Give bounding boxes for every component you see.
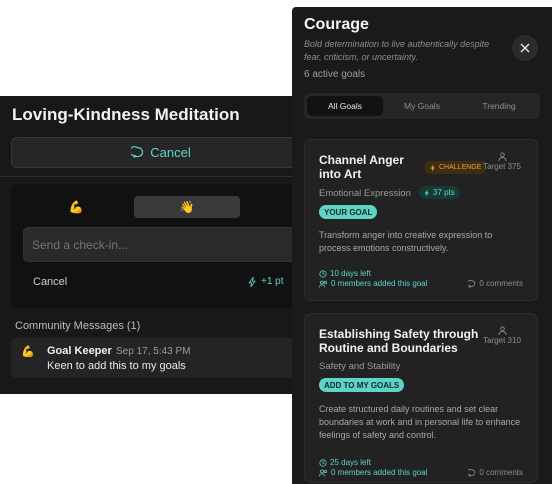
emoji-option-wave[interactable]: 👋 — [134, 196, 240, 218]
members-count-label: 0 members added this goal — [331, 468, 428, 477]
panel-subtitle: Bold determination to live authentically… — [304, 39, 490, 62]
community-heading: Community Messages (1) — [15, 320, 141, 332]
members-count: 0 members added this goal — [319, 468, 428, 477]
clock-icon — [319, 458, 327, 467]
comments-link[interactable]: 0 comments — [468, 279, 523, 288]
comments-label: 0 comments — [479, 468, 523, 477]
comment-icon — [468, 468, 476, 477]
community-message: 💪 Goal Keeper Sep 17, 5:43 PM Keen to ad… — [11, 338, 311, 378]
close-button[interactable] — [512, 35, 538, 61]
goal-tabs: All Goals My Goals Trending — [304, 93, 540, 119]
clock-icon — [319, 269, 327, 278]
goal-category: Safety and Stability — [319, 361, 401, 372]
comments-label: 0 comments — [479, 279, 523, 288]
emoji-option-flex[interactable]: 💪 — [61, 196, 91, 218]
bolt-icon — [248, 276, 256, 287]
avatar: 💪 — [21, 346, 35, 358]
days-left: 10 days left — [319, 269, 371, 278]
goal-card[interactable]: Channel Anger into Art CHALLENGE Target … — [304, 139, 538, 301]
comment-icon — [468, 279, 476, 288]
goal-target-label: Target 375 — [483, 162, 521, 171]
tab-trending[interactable]: Trending — [461, 96, 537, 116]
comments-link[interactable]: 0 comments — [468, 468, 523, 477]
goal-description: Create structured daily routines and set… — [319, 404, 521, 440]
points-badge-label: 37 pts — [433, 188, 455, 197]
divider — [0, 176, 300, 177]
goal-card-title: Channel Anger into Art — [319, 153, 404, 181]
bolt-icon — [424, 188, 429, 197]
add-to-my-goals-button[interactable]: ADD TO MY GOALS — [319, 378, 405, 392]
panel-title: Courage — [304, 16, 369, 33]
active-goals-count: 6 active goals — [304, 69, 366, 80]
message-author: Goal Keeper — [47, 345, 112, 357]
bolt-icon — [430, 163, 435, 172]
checkin-input[interactable] — [23, 227, 313, 262]
goal-description: Transform anger into creative expression… — [319, 230, 493, 253]
users-icon — [319, 280, 328, 287]
members-count-label: 0 members added this goal — [331, 279, 428, 288]
goal-card[interactable]: Establishing Safety through Routine and … — [304, 313, 538, 483]
screenshot-stage: Loving-Kindness Meditation Cancel 💪 👋 Ca… — [0, 0, 552, 484]
goal-target-label: Target 310 — [483, 336, 521, 345]
cancel-goal-label: Cancel — [150, 145, 191, 160]
challenge-badge: CHALLENGE — [425, 161, 487, 174]
chat-icon — [131, 146, 144, 158]
cancel-goal-button[interactable]: Cancel — [11, 137, 311, 168]
goal-target: Target 310 — [481, 326, 523, 345]
checkin-box: 💪 👋 Cancel +1 pt — [11, 184, 313, 308]
person-icon — [497, 152, 507, 161]
challenge-badge-label: CHALLENGE — [439, 164, 482, 171]
goal-card-title: Establishing Safety through Routine and … — [319, 327, 479, 355]
members-count: 0 members added this goal — [319, 279, 428, 288]
days-left-label: 10 days left — [330, 269, 371, 278]
message-time: Sep 17, 5:43 PM — [116, 346, 191, 357]
goal-title: Loving-Kindness Meditation — [12, 105, 240, 124]
users-icon — [319, 469, 328, 476]
tab-my-goals[interactable]: My Goals — [384, 96, 460, 116]
points-badge: 37 pts — [419, 186, 460, 199]
days-left: 25 days left — [319, 458, 371, 467]
tab-all-goals[interactable]: All Goals — [307, 96, 383, 116]
person-icon — [497, 326, 507, 335]
goal-detail-panel: Loving-Kindness Meditation Cancel 💪 👋 Ca… — [0, 96, 313, 394]
goal-target: Target 375 — [481, 152, 523, 171]
message-text: Keen to add this to my goals — [47, 360, 186, 372]
close-icon — [520, 43, 530, 53]
your-goal-button[interactable]: YOUR GOAL — [319, 205, 378, 219]
checkin-points-label: +1 pt — [261, 276, 284, 287]
checkin-cancel-button[interactable]: Cancel — [33, 276, 67, 288]
checkin-points: +1 pt — [248, 276, 284, 287]
courage-goals-panel: Courage Bold determination to live authe… — [292, 7, 552, 484]
days-left-label: 25 days left — [330, 458, 371, 467]
goal-category: Emotional Expression — [319, 188, 411, 199]
